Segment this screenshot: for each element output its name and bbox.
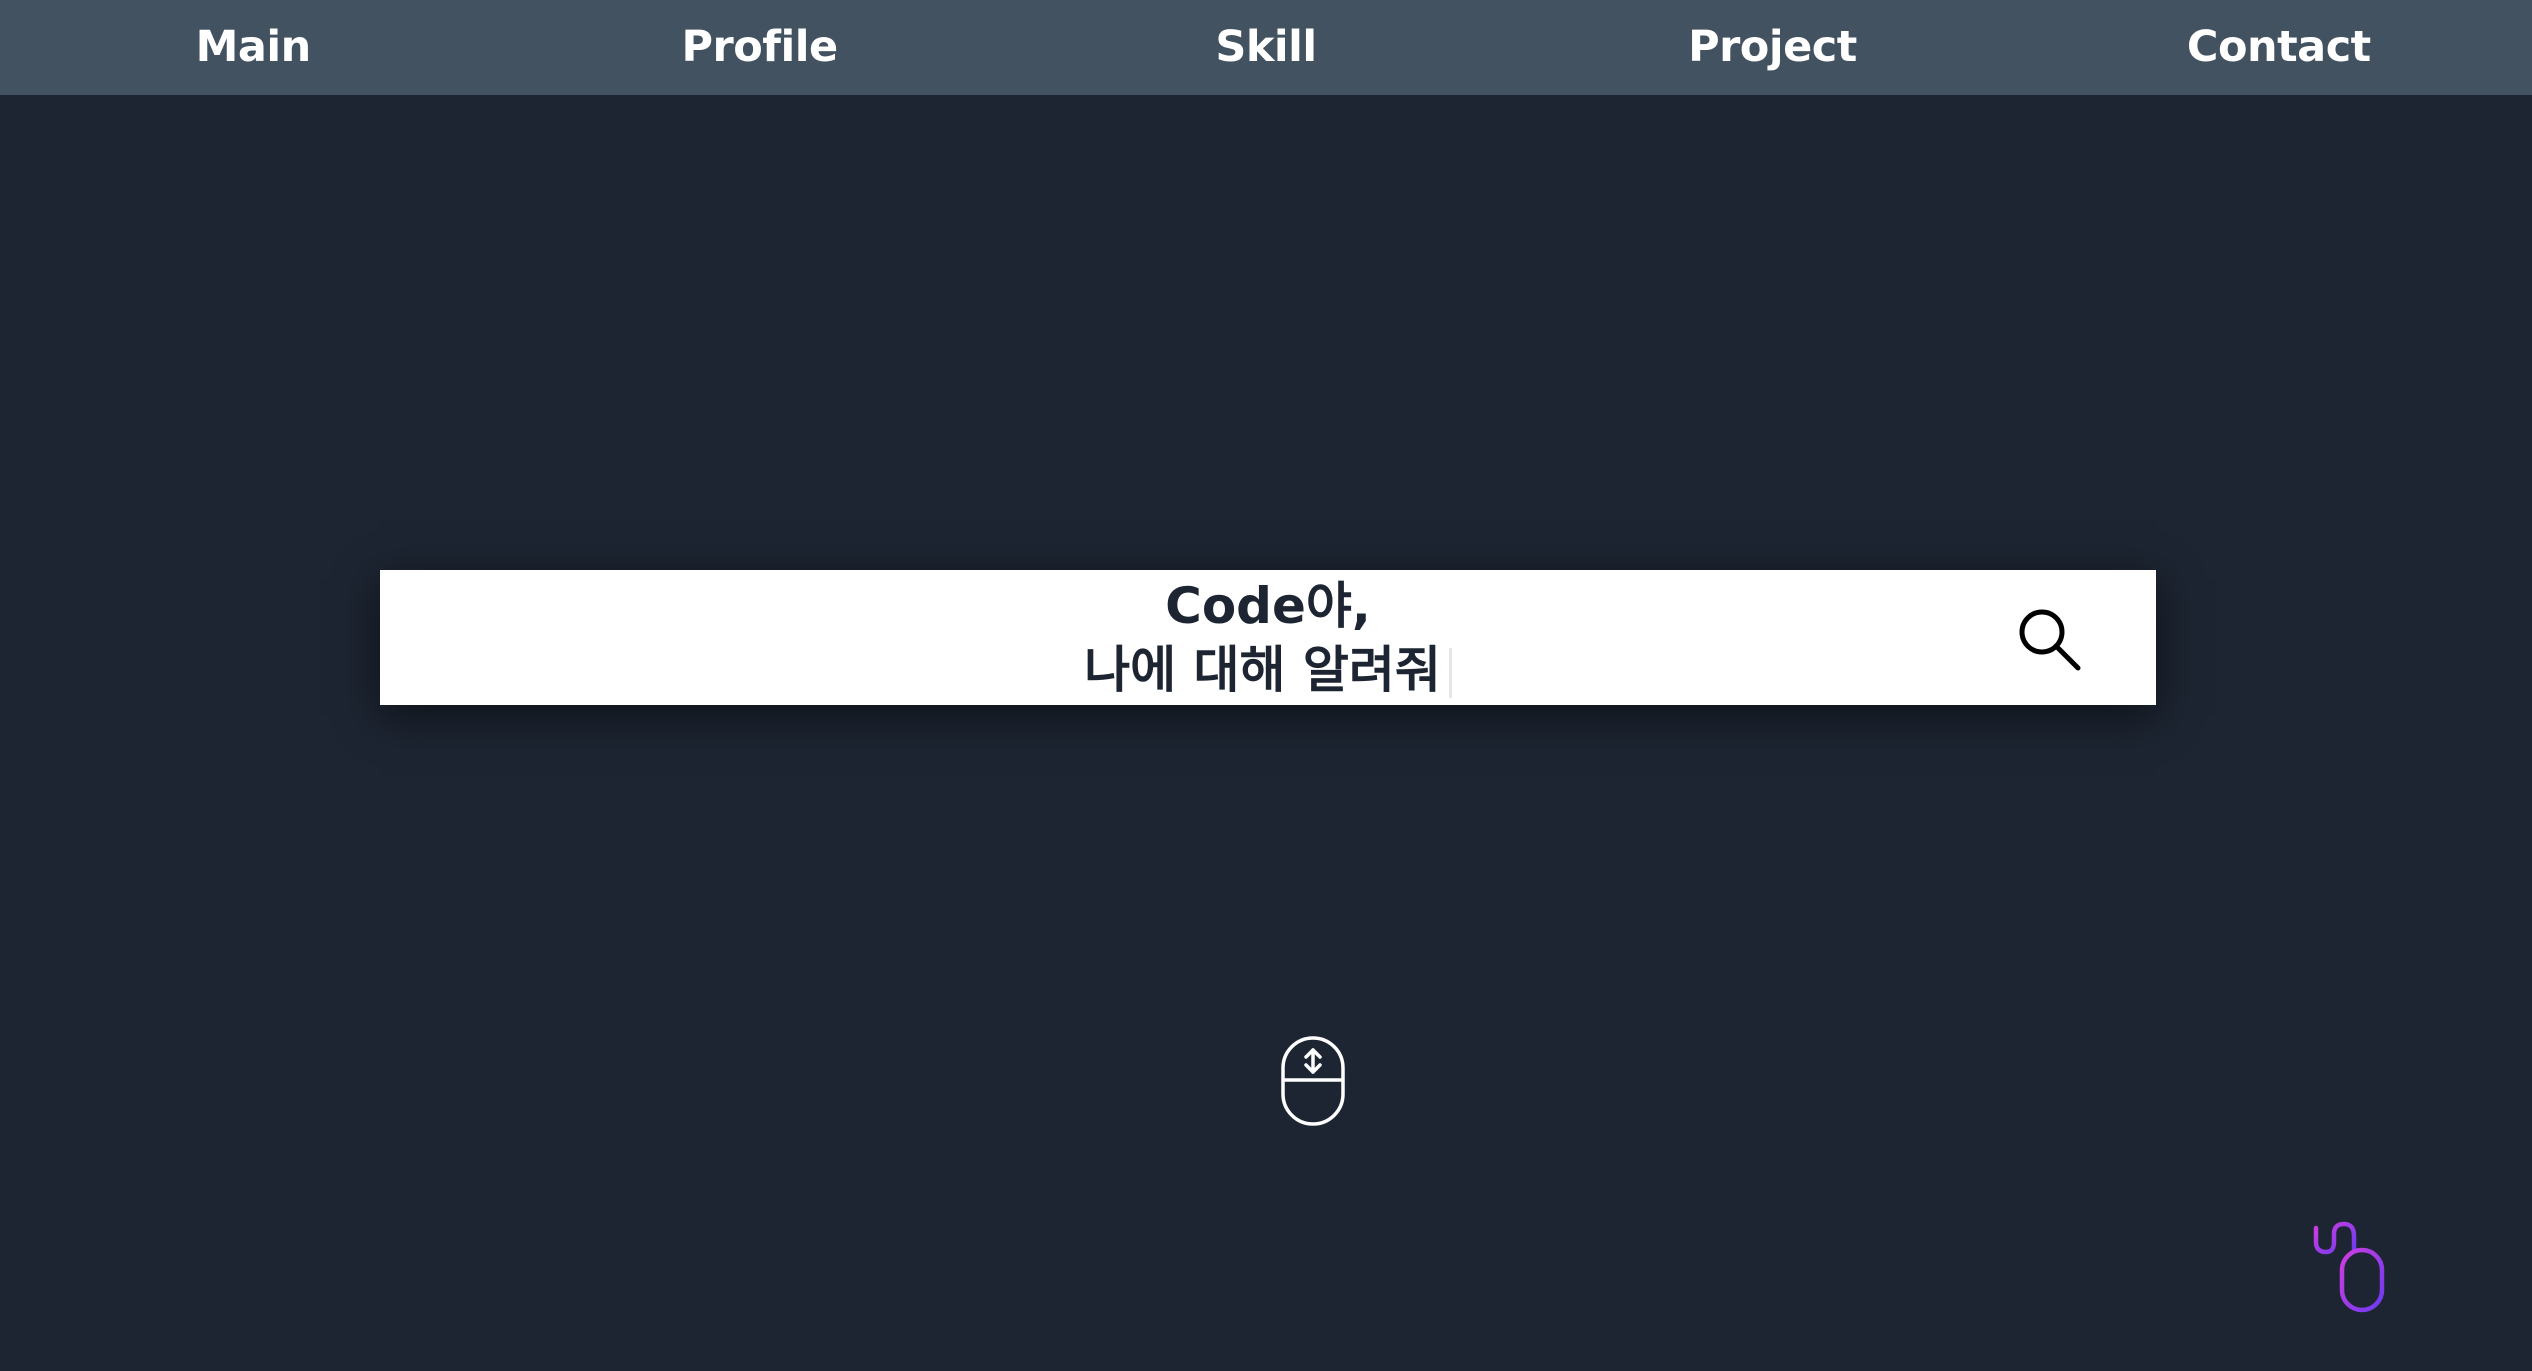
nav-item-project[interactable]: Project (1519, 0, 2025, 95)
scroll-mouse-icon (1281, 1036, 1345, 1126)
wired-mouse-icon[interactable] (2310, 1220, 2400, 1320)
search-icon[interactable] (2010, 600, 2090, 680)
search-text: Code야, 나에 대해 알려줘 (380, 570, 2156, 705)
search-box[interactable]: Code야, 나에 대해 알려줘 (380, 570, 2156, 705)
nav-item-profile[interactable]: Profile (506, 0, 1012, 95)
nav-item-contact[interactable]: Contact (2026, 0, 2532, 95)
nav-item-main[interactable]: Main (0, 0, 506, 95)
nav-item-skill[interactable]: Skill (1013, 0, 1519, 95)
search-line-2: 나에 대해 알려줘 (1084, 638, 1452, 702)
search-line-1: Code야, (1165, 576, 1371, 635)
top-navbar: Main Profile Skill Project Contact (0, 0, 2532, 95)
search-line-2-text: 나에 대해 알려줘 (1084, 640, 1441, 699)
text-caret (1448, 648, 1452, 698)
